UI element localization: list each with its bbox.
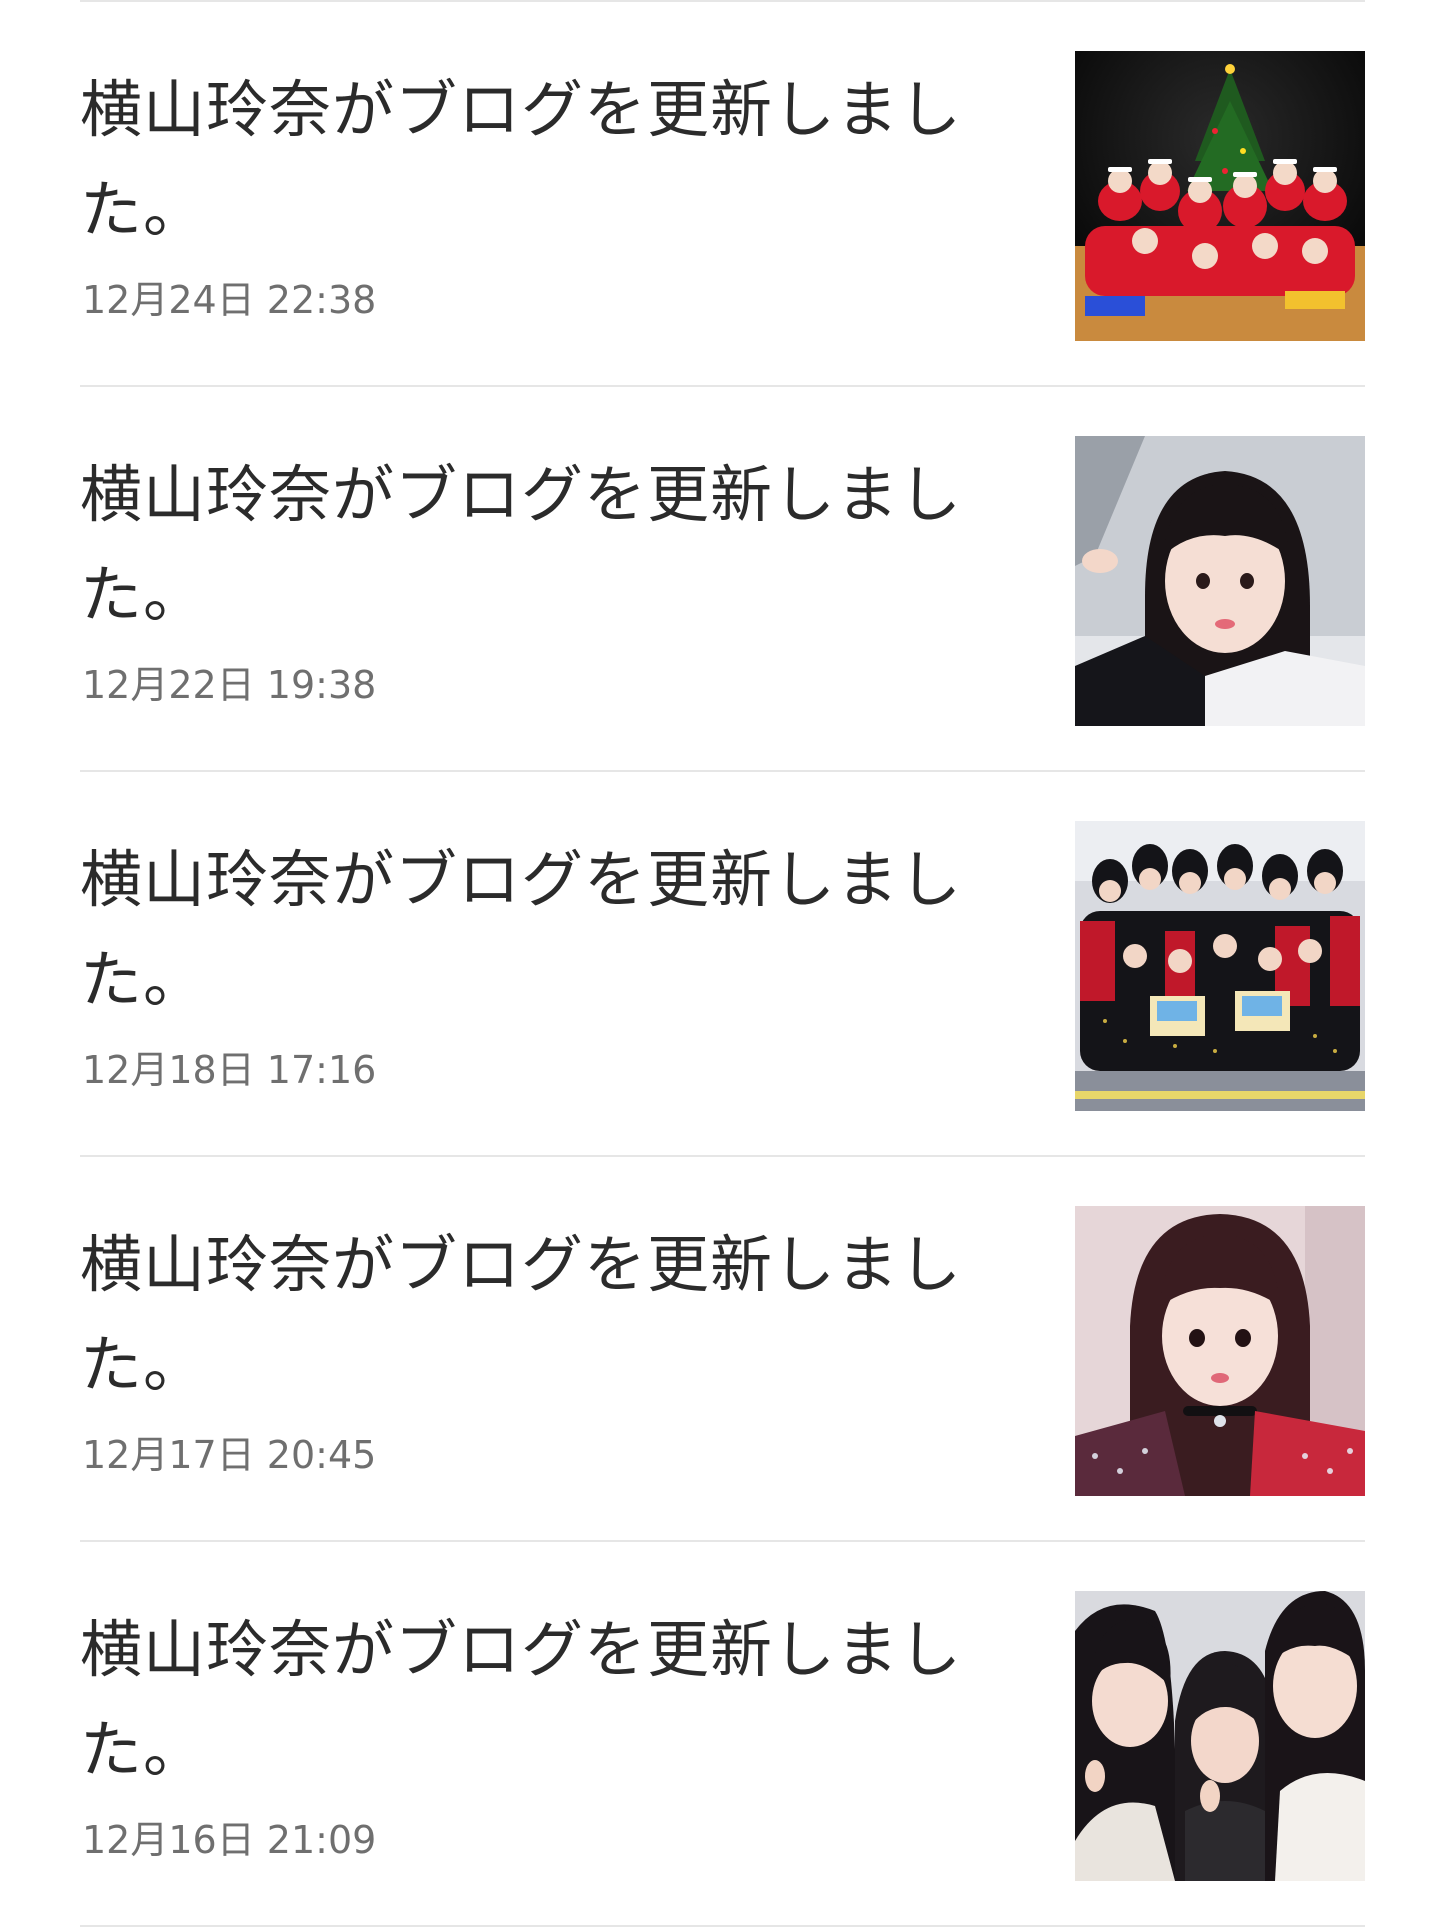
entry-title[interactable]: 横山玲奈がブログを更新しました。 [80,1215,1000,1415]
trio-selfie-photo-icon [1075,1591,1365,1881]
thumbnail-image[interactable] [1075,1591,1365,1881]
thumbnail-image[interactable] [1075,51,1365,341]
list-item[interactable]: 横山玲奈がブログを更新しました。 12月18日 17:16 [80,772,1365,1157]
list-item[interactable]: 横山玲奈がブログを更新しました。 12月24日 22:38 [80,2,1365,387]
group-stage-photo-icon [1075,821,1365,1111]
thumbnail-image[interactable] [1075,1206,1365,1496]
selfie-photo-icon [1075,436,1365,726]
blog-feed: 横山玲奈がブログを更新しました。 12月24日 22:38 横山玲奈がブログを更… [0,0,1440,1927]
entry-date: 12月17日 20:45 [82,1433,377,1477]
entry-date: 12月16日 21:09 [82,1818,377,1862]
entry-title[interactable]: 横山玲奈がブログを更新しました。 [80,445,1000,645]
entry-title[interactable]: 横山玲奈がブログを更新しました。 [80,60,1000,260]
list-item[interactable]: 横山玲奈がブログを更新しました。 12月22日 19:38 [80,387,1365,772]
entry-date: 12月22日 19:38 [82,663,377,707]
entry-title[interactable]: 横山玲奈がブログを更新しました。 [80,830,1000,1030]
entry-date: 12月24日 22:38 [82,278,377,322]
thumbnail-image[interactable] [1075,436,1365,726]
portrait-photo-icon [1075,1206,1365,1496]
list-item[interactable]: 横山玲奈がブログを更新しました。 12月16日 21:09 [80,1542,1365,1927]
group-christmas-photo-icon [1075,51,1365,341]
entry-date: 12月18日 17:16 [82,1048,377,1092]
thumbnail-image[interactable] [1075,821,1365,1111]
list-item[interactable]: 横山玲奈がブログを更新しました。 12月17日 20:45 [80,1157,1365,1542]
entry-title[interactable]: 横山玲奈がブログを更新しました。 [80,1600,1000,1800]
